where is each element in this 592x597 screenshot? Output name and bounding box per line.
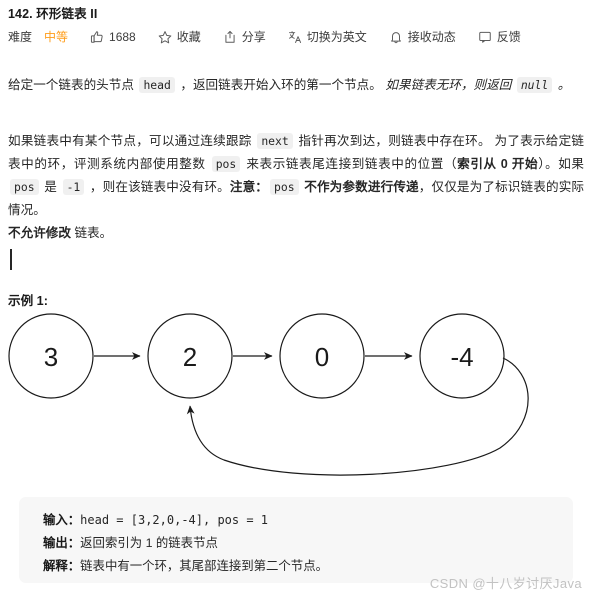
translate-icon [288, 30, 302, 44]
list-node-value: 2 [183, 342, 197, 372]
p2-bold-note: 注意： [229, 180, 269, 194]
p1-code-null: null [516, 77, 553, 93]
example-output-key: 输出： [43, 536, 81, 550]
p1-italic-1: 如果链表无环，则返回 [385, 78, 515, 92]
p2-code-pos-3: pos [270, 179, 299, 195]
example-line-input: 输入：head = [3,2,0,-4], pos = 1 [43, 509, 573, 532]
list-node-value: 3 [44, 342, 58, 372]
p3-text: 链表。 [70, 226, 113, 240]
problem-paragraph-2: 如果链表中有某个节点，可以通过连续跟踪 next 指针再次到达，则链表中存在环。… [8, 130, 584, 222]
p1-text-2: ，返回链表开始入环的第一个节点。 [176, 78, 386, 92]
p2-code-pos-1: pos [211, 156, 241, 172]
p2-code-pos-2: pos [10, 179, 39, 195]
translate-label: 切换为英文 [306, 29, 367, 44]
difficulty-label: 难度 [8, 30, 33, 44]
feedback-button[interactable]: 反馈 [478, 30, 521, 44]
p2-bold-note-2: 不作为参数进行传递 [300, 180, 419, 194]
star-icon [158, 30, 172, 44]
p2-code-neg-one: -1 [62, 179, 85, 195]
p1-italic-2: 。 [554, 78, 571, 92]
example-heading: 示例 1: [8, 294, 48, 308]
notifications-button[interactable]: 接收动态 [389, 30, 456, 44]
p2-text-6: ，则在该链表中没有环。 [86, 180, 230, 194]
p2-code-next: next [257, 133, 293, 149]
list-node-value: 0 [315, 342, 329, 372]
p2-text-3: 来表示链表尾连接到链表中的位置（ [242, 157, 458, 171]
example-input-value: head = [3,2,0,-4], pos = 1 [80, 513, 269, 527]
translate-button[interactable]: 切换为英文 [288, 30, 367, 44]
csdn-watermark: CSDN @十八岁讨厌Java [429, 576, 582, 591]
p3-bold: 不允许修改 [8, 226, 71, 240]
p2-text-4: ）。如果 [538, 157, 585, 171]
p1-code-head: head [139, 77, 175, 93]
difficulty-indicator: 难度 中等 [8, 28, 68, 45]
leetcode-problem-page: 142. 环形链表 II 难度 中等 1688 收藏 分享 切换为英文 接收动态… [0, 0, 592, 597]
problem-paragraph-3: 不允许修改 链表。 [8, 222, 584, 245]
favorite-label: 收藏 [176, 29, 201, 44]
p2-text-1: 如果链表中有某个节点，可以通过连续跟踪 [8, 134, 256, 148]
example-explanation-value: 链表中有一个环，其尾部连接到第二个节点。 [80, 559, 328, 573]
p1-text-1: 给定一个链表的头节点 [8, 78, 138, 92]
like-count: 1688 [109, 29, 136, 44]
thumbs-up-icon [90, 30, 104, 44]
example-explanation-key: 解释： [43, 559, 81, 573]
feedback-icon [478, 30, 492, 44]
text-cursor [10, 249, 12, 270]
example-box: 输入：head = [3,2,0,-4], pos = 1 输出：返回索引为 1… [19, 497, 573, 583]
list-node-value: -4 [450, 342, 473, 372]
feedback-label: 反馈 [496, 29, 521, 44]
p2-text-5: 是 [40, 180, 61, 194]
example-output-value: 返回索引为 1 的链表节点 [80, 536, 218, 550]
problem-paragraph-1: 给定一个链表的头节点 head ，返回链表开始入环的第一个节点。 如果链表无环，… [8, 74, 584, 97]
bell-icon [389, 30, 403, 44]
notifications-label: 接收动态 [407, 29, 456, 44]
share-icon [223, 30, 237, 44]
share-label: 分享 [241, 29, 266, 44]
p2-bold-index: 索引从 0 开始 [457, 157, 539, 171]
example-input-key: 输入： [43, 513, 81, 527]
like-button[interactable]: 1688 [90, 30, 136, 44]
linked-list-diagram: 3 2 0 -4 [0, 310, 592, 490]
page-title: 142. 环形链表 II [8, 7, 98, 21]
problem-toolbar: 难度 中等 1688 收藏 分享 切换为英文 接收动态 反馈 [8, 28, 521, 45]
difficulty-value: 中等 [44, 30, 69, 44]
example-line-output: 输出：返回索引为 1 的链表节点 [43, 532, 573, 555]
favorite-button[interactable]: 收藏 [158, 30, 201, 44]
share-button[interactable]: 分享 [223, 30, 266, 44]
